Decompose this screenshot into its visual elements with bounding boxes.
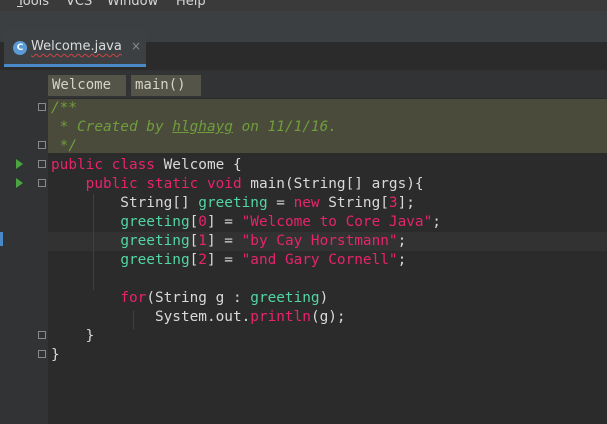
- menu-tools[interactable]: Tools: [17, 0, 49, 10]
- code-line-14: }: [51, 347, 60, 363]
- breadcrumb-class[interactable]: Welcome: [48, 75, 126, 96]
- code-line-7: greeting[0] = "Welcome to Core Java";: [120, 214, 441, 230]
- run-method-icon[interactable]: [16, 178, 23, 188]
- code-line-9: greeting[2] = "and Gary Cornell";: [120, 252, 407, 268]
- breadcrumb-method[interactable]: main(): [131, 75, 201, 96]
- fold-icon[interactable]: [38, 141, 46, 149]
- breadcrumb: Welcome main(): [0, 70, 607, 98]
- menu-vcs-label: VCS: [66, 0, 93, 9]
- code-editor[interactable]: /** * Created by hlghayg on 11/1/16. */ …: [48, 98, 607, 424]
- java-class-icon: C: [13, 41, 27, 55]
- code-line-3: */: [51, 138, 77, 154]
- tab-title: Welcome.java: [31, 39, 122, 54]
- gutter-bookmark-marker: [0, 232, 3, 246]
- code-line-8: greeting[1] = "by Cay Horstmann";: [120, 233, 407, 249]
- code-line-6: String[] greeting = new String[3];: [51, 195, 415, 211]
- code-line-13: }: [51, 328, 95, 344]
- menu-window-label: Window: [107, 0, 159, 9]
- code-line-2: * Created by hlghayg on 11/1/16.: [51, 119, 337, 135]
- fold-icon[interactable]: [38, 179, 46, 187]
- fold-icon[interactable]: [38, 350, 46, 358]
- fold-icon[interactable]: [38, 160, 46, 168]
- editor-gutter: [0, 98, 70, 424]
- fold-icon[interactable]: [38, 103, 46, 111]
- code-line-5: public static void main(String[] args){: [85, 176, 424, 192]
- code-line-11: for(String g : greeting): [120, 290, 329, 306]
- code-line-4: public class Welcome {: [51, 157, 242, 173]
- menu-vcs[interactable]: VCS: [66, 0, 92, 10]
- run-class-icon[interactable]: [16, 159, 23, 169]
- fold-icon[interactable]: [38, 331, 46, 339]
- close-icon[interactable]: ×: [131, 39, 141, 53]
- menu-bar: l Tools VCS Window Help: [0, 0, 607, 11]
- menu-tools-label-rest: ools: [22, 0, 50, 9]
- menu-help-label: Help: [176, 0, 206, 9]
- code-line-1: /**: [51, 100, 77, 116]
- menu-help[interactable]: Help: [176, 0, 206, 10]
- menu-window[interactable]: Window: [107, 0, 158, 10]
- code-line-12: System.out.println(g);: [51, 309, 346, 325]
- editor-tab-welcome-java[interactable]: C Welcome.java ×: [4, 30, 146, 67]
